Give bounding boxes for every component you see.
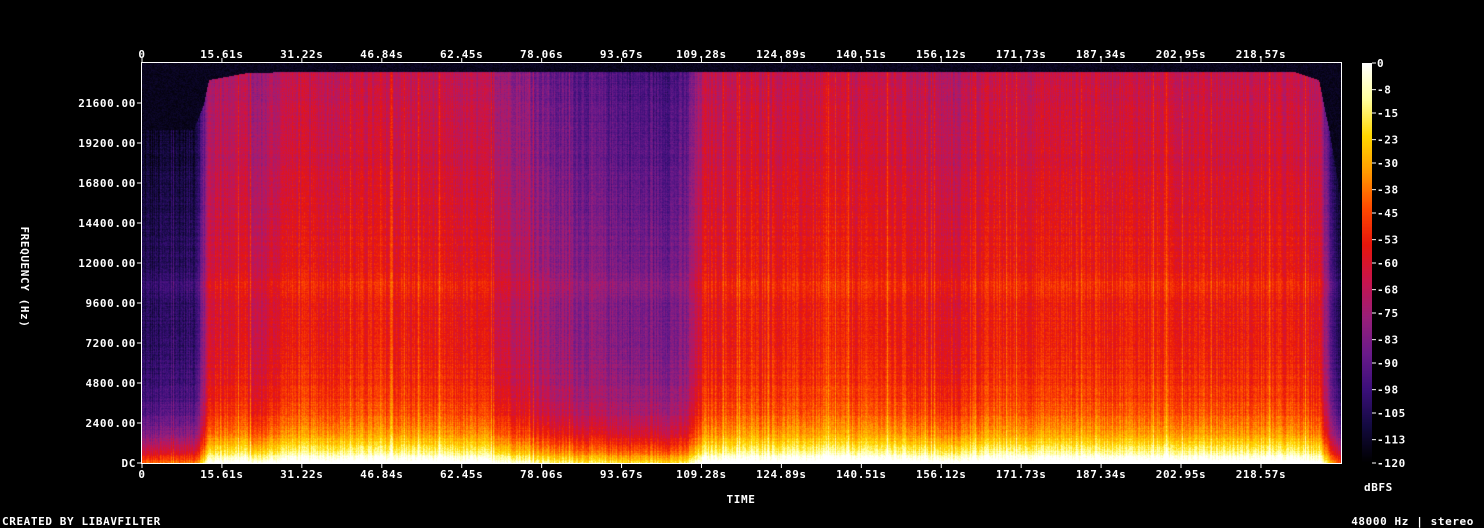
x-tick-label-bottom: 202.95s: [1156, 468, 1207, 481]
y-tick-label: 7200.00: [85, 337, 136, 350]
colorbar-tick-label: -60: [1377, 257, 1399, 270]
x-tick-label-top: 202.95s: [1156, 48, 1207, 61]
footer-sample-info: 48000 Hz | stereo: [1351, 515, 1474, 528]
x-tick-label-bottom: 187.34s: [1076, 468, 1127, 481]
x-tick-label-bottom: 78.06s: [520, 468, 563, 481]
colorbar-tick-label: -53: [1377, 234, 1399, 247]
x-axis-top-ticks: 0 15.61s 31.22s 46.84s 62.45s 78.06s 93.67s 109…: [138, 48, 1286, 63]
colorbar-gradient: [1362, 63, 1372, 463]
colorbar-tick-label: 0: [1377, 57, 1384, 70]
colorbar-tick-label: -113: [1377, 434, 1406, 447]
colorbar-tick-label: -98: [1377, 384, 1399, 397]
colorbar-tick-label: -8: [1377, 84, 1391, 97]
x-tick-label-bottom: 124.89s: [756, 468, 807, 481]
colorbar-tick-label: -75: [1377, 307, 1399, 320]
spectrogram-heatmap: [142, 63, 1341, 463]
colorbar-tick-label: -90: [1377, 357, 1399, 370]
x-tick-label-bottom: 62.45s: [440, 468, 483, 481]
colorbar-tick-label: -38: [1377, 184, 1399, 197]
y-tick-label: 12000.00: [78, 257, 136, 270]
colorbar-tick-label: -120: [1377, 457, 1406, 470]
x-tick-label-bottom: 109.28s: [676, 468, 727, 481]
colorbar-tick-label: -45: [1377, 207, 1399, 220]
colorbar-tick-label: -83: [1377, 334, 1399, 347]
y-tick-label: 21600.00: [78, 97, 136, 110]
colorbar-tick-label: -105: [1377, 407, 1406, 420]
colorbar-tick-label: -15: [1377, 107, 1399, 120]
y-tick-label: 9600.00: [85, 297, 136, 310]
x-axis-label: TIME: [727, 493, 756, 506]
y-tick-label: 2400.00: [85, 417, 136, 430]
x-tick-label-bottom: 46.84s: [360, 468, 403, 481]
x-tick-label-top: 140.51s: [836, 48, 887, 61]
x-tick-label-top: 78.06s: [520, 48, 563, 61]
y-axis-label: FREQUENCY (Hz): [18, 226, 31, 327]
x-tick-label-top: 31.22s: [280, 48, 323, 61]
x-tick-label-top: 218.57s: [1236, 48, 1287, 61]
footer-created-by: CREATED BY LIBAVFILTER: [2, 515, 161, 528]
x-tick-label-top: 0: [138, 48, 145, 61]
x-tick-label-top: 171.73s: [996, 48, 1047, 61]
y-tick-label: 16800.00: [78, 177, 136, 190]
colorbar-label: dBFS: [1364, 481, 1393, 494]
x-tick-label-bottom: 140.51s: [836, 468, 887, 481]
x-tick-label-top: 62.45s: [440, 48, 483, 61]
x-tick-label-top: 46.84s: [360, 48, 403, 61]
x-tick-label-top: 109.28s: [676, 48, 727, 61]
x-tick-label-top: 15.61s: [200, 48, 243, 61]
x-tick-label-bottom: 15.61s: [200, 468, 243, 481]
x-tick-label-bottom: 0: [138, 468, 145, 481]
x-tick-label-bottom: 156.12s: [916, 468, 967, 481]
colorbar-tick-label: -23: [1377, 134, 1399, 147]
y-tick-label: DC: [122, 457, 136, 470]
colorbar-tick-label: -30: [1377, 157, 1399, 170]
x-tick-label-top: 187.34s: [1076, 48, 1127, 61]
y-tick-label: 4800.00: [85, 377, 136, 390]
x-tick-label-bottom: 218.57s: [1236, 468, 1287, 481]
y-tick-label: 14400.00: [78, 217, 136, 230]
x-tick-label-bottom: 31.22s: [280, 468, 323, 481]
colorbar-tick-label: -68: [1377, 284, 1399, 297]
x-tick-label-bottom: 93.67s: [600, 468, 643, 481]
x-tick-label-bottom: 171.73s: [996, 468, 1047, 481]
x-tick-label-top: 124.89s: [756, 48, 807, 61]
spectrogram-plot-area: [141, 62, 1342, 464]
spectrogram-figure: 0 15.61s 31.22s 46.84s 62.45s 78.06s 93.67s 109…: [0, 0, 1484, 528]
x-tick-label-top: 156.12s: [916, 48, 967, 61]
x-tick-label-top: 93.67s: [600, 48, 643, 61]
y-tick-label: 19200.00: [78, 137, 136, 150]
